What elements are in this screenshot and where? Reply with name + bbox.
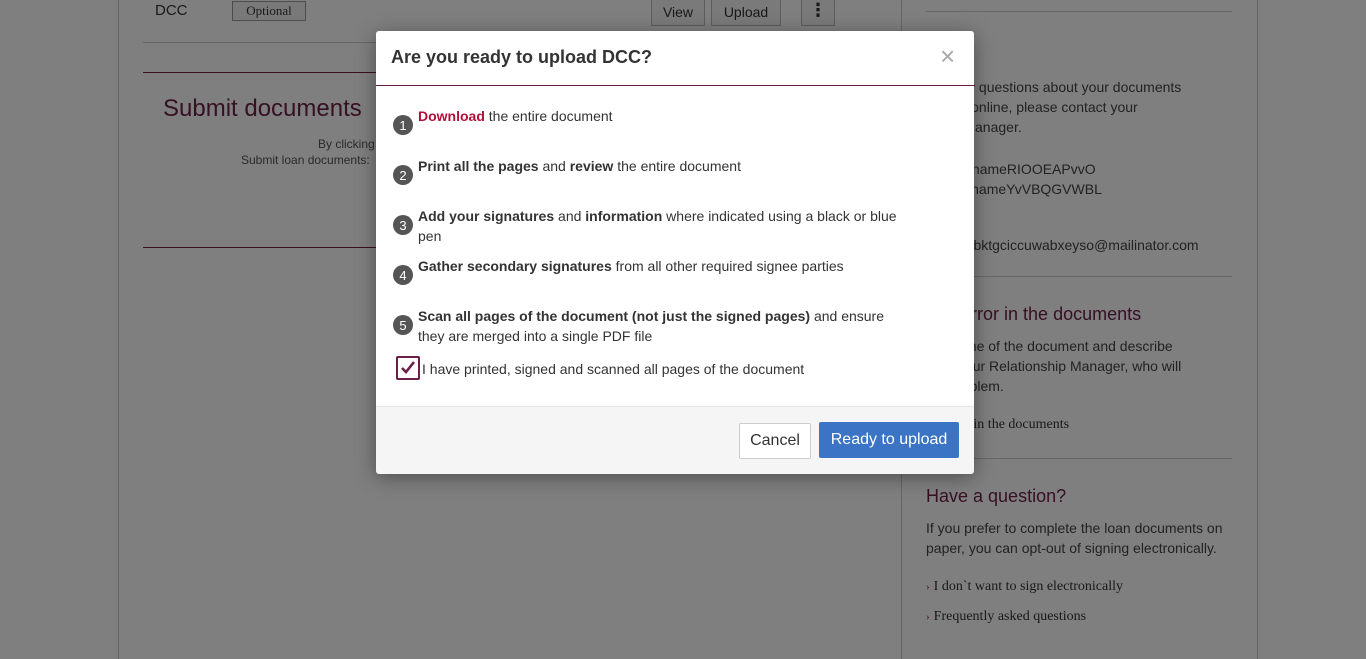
step-number-badge: 1	[393, 115, 413, 135]
text-fragment: from all other required signee parties	[611, 258, 844, 274]
step-number-badge: 3	[393, 215, 413, 235]
text-fragment-bold: Gather secondary signatures	[418, 258, 612, 274]
upload-confirmation-dialog: Are you ready to upload DCC? × 1 Downloa…	[376, 31, 974, 474]
text-fragment-bold: Print all the pages	[418, 158, 539, 174]
step-number-badge: 5	[393, 315, 413, 335]
ready-to-upload-button[interactable]: Ready to upload	[819, 422, 959, 458]
step-text: Download the entire document	[418, 106, 918, 126]
checkmark-icon	[401, 361, 416, 374]
download-link[interactable]: Download	[418, 108, 485, 124]
step-text: Gather secondary signatures from all oth…	[418, 256, 918, 276]
text-fragment: pen	[418, 228, 442, 244]
text-fragment: where indicated using a black or blue	[662, 208, 897, 224]
text-fragment: the entire document	[613, 158, 741, 174]
text-fragment: and	[538, 158, 570, 174]
text-fragment-bold: Add your signatures	[418, 208, 555, 224]
text-fragment-bold: Scan all pages of the document (not just…	[418, 308, 811, 324]
text-fragment: and ensure	[810, 308, 885, 324]
step-number-badge: 2	[393, 165, 413, 185]
step-number-badge: 4	[393, 265, 413, 285]
text-fragment: they are merged into a single PDF file	[418, 328, 653, 344]
close-icon[interactable]: ×	[940, 43, 955, 69]
step-text: Add your signatures and information wher…	[418, 206, 918, 246]
cancel-button[interactable]: Cancel	[739, 423, 811, 459]
text-fragment-bold: information	[585, 208, 663, 224]
step-text: Scan all pages of the document (not just…	[418, 306, 918, 346]
text-fragment: and	[554, 208, 586, 224]
confirmation-checkbox-label[interactable]: I have printed, signed and scanned all p…	[422, 361, 804, 377]
text-fragment-bold: review	[569, 158, 614, 174]
dialog-footer: Cancel Ready to upload	[376, 406, 974, 474]
text-fragment: the entire document	[484, 108, 613, 124]
dialog-header: Are you ready to upload DCC? ×	[376, 31, 974, 86]
confirmation-checkbox[interactable]	[396, 356, 420, 380]
dialog-title: Are you ready to upload DCC?	[391, 47, 653, 67]
step-text: Print all the pages and review the entir…	[418, 156, 918, 176]
